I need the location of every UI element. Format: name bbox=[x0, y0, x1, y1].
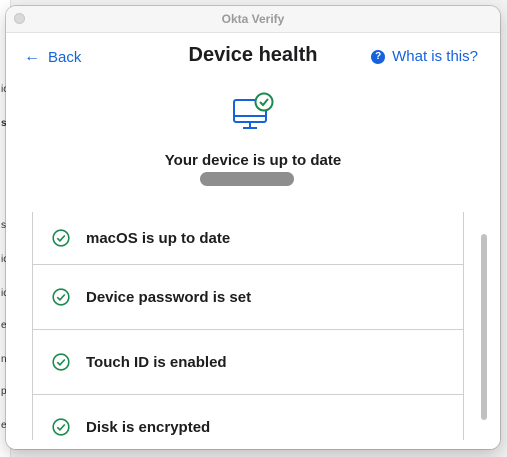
scrollbar-thumb[interactable] bbox=[481, 234, 487, 420]
check-label: Touch ID is enabled bbox=[86, 353, 227, 371]
checks-list-area: macOS is up to date Device password is s… bbox=[32, 212, 464, 440]
status-text: Your device is up to date bbox=[164, 152, 342, 169]
device-name-redacted bbox=[200, 172, 294, 186]
titlebar: Okta Verify bbox=[6, 6, 500, 33]
check-label: Disk is encrypted bbox=[86, 418, 211, 436]
checks-list: macOS is up to date Device password is s… bbox=[32, 212, 464, 440]
list-item: Disk is encrypted bbox=[33, 395, 463, 440]
what-is-this-link[interactable]: ? What is this? bbox=[371, 48, 478, 65]
check-circle-icon bbox=[52, 229, 70, 247]
list-item: Device password is set bbox=[33, 265, 463, 330]
help-label: What is this? bbox=[392, 48, 478, 65]
check-label: Device password is set bbox=[86, 288, 252, 306]
check-circle-icon bbox=[52, 353, 70, 371]
okta-verify-window: Okta Verify ← Back Device health ? What … bbox=[6, 6, 500, 449]
monitor-check-icon bbox=[233, 92, 274, 129]
check-circle-icon bbox=[52, 418, 70, 436]
window-title: Okta Verify bbox=[221, 12, 285, 26]
window-bottom bbox=[6, 440, 500, 449]
check-label: macOS is up to date bbox=[86, 229, 231, 247]
check-circle-icon bbox=[52, 288, 70, 306]
question-circle-icon: ? bbox=[371, 49, 386, 64]
scrollbar[interactable] bbox=[477, 212, 491, 440]
list-item: macOS is up to date bbox=[33, 212, 463, 265]
list-item: Touch ID is enabled bbox=[33, 330, 463, 395]
